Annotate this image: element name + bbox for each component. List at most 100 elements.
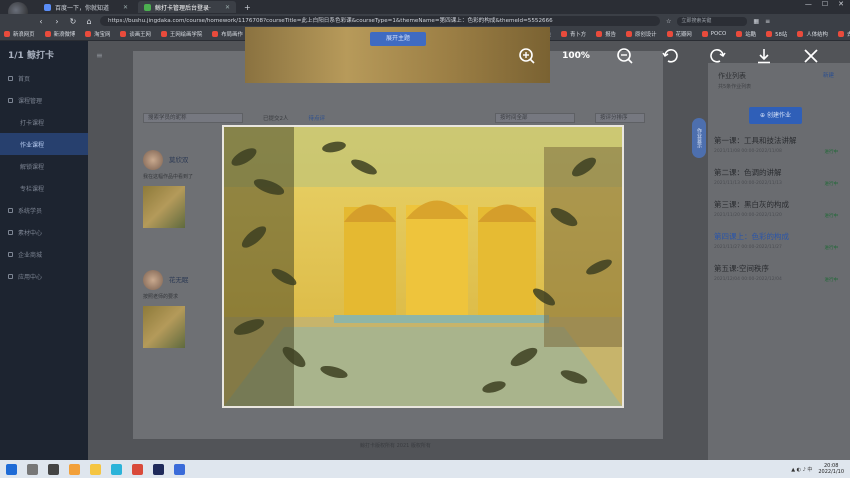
new-link[interactable]: 新建 (823, 71, 834, 79)
lesson-item[interactable]: 第一课：工具和技法讲解 2021/11/08 00:00-2022/11/08 进行… (714, 135, 838, 155)
side-tab[interactable]: 作业显示 (692, 118, 706, 158)
student-entry: 莫欣双 我在这幅作品中看到了 (143, 150, 223, 228)
zoom-out-icon[interactable] (614, 41, 636, 71)
bookmark-item[interactable]: 新浪网页 (4, 30, 35, 38)
bookmark-favicon-icon (4, 31, 10, 37)
rotate-right-icon[interactable] (706, 41, 728, 71)
status-badge: 进行中 (824, 150, 839, 155)
sidebar-item[interactable]: 专栏课程 (0, 177, 88, 199)
time-filter-select[interactable]: 按时间全部 (495, 113, 576, 123)
bookmark-item[interactable]: 58站 (766, 30, 787, 38)
bookmark-item[interactable]: 报告 (596, 30, 616, 38)
sidebar-item[interactable]: 素材中心 (0, 221, 88, 243)
bookmark-item[interactable]: POCO (701, 31, 726, 37)
sidebar-item[interactable]: 作业课程 (0, 133, 88, 155)
menu-icon (8, 273, 13, 279)
student-name[interactable]: 花无眠 (169, 276, 189, 284)
folder-icon[interactable] (90, 463, 101, 475)
sidebar-item[interactable]: 解锁课程 (0, 155, 88, 177)
clock[interactable]: 20:08 2022/1/10 (818, 463, 844, 475)
lesson-meta: 2021/11/13 00:00-2022/11/13 进行中 (714, 181, 838, 187)
lesson-date: 2021/11/20 00:00-2022/11/20 (714, 213, 782, 218)
rotate-left-icon[interactable] (660, 41, 682, 71)
bookmark-item[interactable]: 青卜方 (561, 30, 586, 38)
system-tray: ▲ ◐ ♪ 中 20:08 2022/1/10 (791, 463, 844, 475)
student-name[interactable]: 莫欣双 (169, 156, 189, 164)
sidebar-item[interactable]: 系统学员 (0, 199, 88, 221)
tab-bar: 百度一下，你就知道 ✕ 鲸打卡管理后台登录· ✕ + — ☐ ✕ (0, 0, 850, 22)
bookmark-item[interactable]: 站酷 (736, 30, 756, 38)
lesson-item[interactable]: 第四课上：色彩的构成 2021/11/27 00:00-2022/11/27 进行中 (714, 231, 838, 251)
sidebar-item[interactable]: 企业商城 (0, 243, 88, 265)
tab-pending-review[interactable]: 待点评 (309, 114, 326, 122)
lesson-title: 第二课：色调的讲解 (714, 168, 782, 177)
bookmark-favicon-icon (666, 31, 673, 37)
close-tab-icon[interactable]: ✕ (123, 4, 128, 11)
create-homework-button[interactable]: ⊕ 创建作业 (749, 107, 802, 124)
avatar (143, 270, 163, 290)
menu-icon (8, 251, 13, 257)
bookmark-item[interactable]: 新浪微博 (44, 30, 75, 38)
close-icon[interactable] (800, 41, 822, 71)
lesson-item[interactable]: 第二课：色调的讲解 2021/11/13 00:00-2022/11/13 进行中 (714, 167, 838, 187)
student-search-input[interactable]: 搜索学员的昵称 (143, 113, 243, 123)
sidebar-item[interactable]: 应用中心 (0, 265, 88, 287)
page-footer: 鲸打卡版权所有 2021 版权所有 (360, 443, 431, 449)
lesson-item[interactable]: 第五课:空间秩序 2021/12/04 00:00-2022/12/04 进行中 (714, 263, 838, 283)
menu-icon (8, 97, 13, 103)
task-view-icon[interactable] (48, 463, 59, 475)
close-tab-icon[interactable]: ✕ (225, 4, 230, 11)
sidebar-item[interactable]: 课程管理 (0, 89, 88, 111)
bookmark-favicon-icon (596, 31, 603, 37)
filter-bar: 搜索学员的昵称 已提交2人 待点评 按时间全部 按评分排序 (143, 111, 653, 125)
lesson-meta: 2021/11/20 00:00-2022/11/20 进行中 (714, 213, 838, 219)
app-icon[interactable] (174, 463, 185, 475)
student-text: 我在这幅作品中看到了 (143, 174, 194, 180)
bookmark-item[interactable]: 王网绘画学院 (160, 30, 202, 38)
browser-search-input[interactable]: 立即搜索关键 (677, 16, 748, 26)
bookmark-item[interactable]: 谈画王网 (120, 30, 151, 38)
homework-painting-image[interactable] (222, 125, 624, 408)
status-badge: 进行中 (824, 278, 839, 283)
bookmark-item[interactable]: 人体结构 (797, 30, 828, 38)
app-icon[interactable] (111, 463, 122, 475)
bookmark-item[interactable]: 布局画作 (212, 30, 243, 38)
tab-baidu[interactable]: 百度一下，你就知道 ✕ (38, 1, 134, 13)
bookmark-favicon-icon (85, 31, 92, 37)
url-input[interactable]: https://bushu.jingdaka.com/course/homewo… (100, 16, 660, 26)
maximize-icon[interactable]: ☐ (822, 0, 828, 8)
bookmark-item[interactable]: 花瓣网 (666, 30, 692, 38)
extensions-icon[interactable]: ▦ (753, 18, 759, 25)
sidebar-item[interactable]: 打卡课程 (0, 111, 88, 133)
star-icon[interactable]: ☆ (666, 18, 671, 25)
app-icon[interactable] (132, 463, 143, 475)
bookmark-item[interactable]: 去收藏 (837, 30, 850, 38)
status-badge: 进行中 (824, 214, 839, 219)
home-icon[interactable]: ⌂ (84, 17, 94, 26)
download-icon[interactable] (753, 41, 775, 71)
forward-icon[interactable]: › (52, 17, 62, 26)
new-tab-icon[interactable]: + (244, 3, 251, 12)
tray-icons[interactable]: ▲ ◐ ♪ 中 (791, 466, 812, 473)
minimize-icon[interactable]: — (805, 0, 812, 8)
menu-icon[interactable]: ≡ (765, 18, 770, 25)
homework-thumbnail[interactable] (143, 306, 185, 348)
close-window-icon[interactable]: ✕ (838, 0, 844, 8)
zoom-level: 100% (562, 51, 590, 61)
submitted-count: 已提交2人 (263, 116, 289, 122)
reload-icon[interactable]: ↻ (68, 17, 78, 26)
homework-thumbnail[interactable] (143, 186, 185, 228)
photoshop-icon[interactable] (153, 463, 164, 475)
lesson-item[interactable]: 第三课：黑白灰的构成 2021/11/20 00:00-2022/11/20 进行中 (714, 199, 838, 219)
zoom-in-icon[interactable] (516, 41, 538, 71)
tab-jingdaka[interactable]: 鲸打卡管理后台登录· ✕ (138, 1, 236, 13)
browser-app-icon[interactable] (69, 463, 80, 475)
sort-select[interactable]: 按评分排序 (595, 113, 646, 123)
bookmark-item[interactable]: 原创设计 (625, 30, 657, 38)
bookmark-favicon-icon (160, 31, 167, 37)
start-icon[interactable] (6, 463, 17, 475)
bookmark-favicon-icon (701, 31, 708, 37)
bookmark-item[interactable]: 淘宝网 (85, 30, 110, 38)
back-icon[interactable]: ‹ (36, 17, 46, 26)
search-icon[interactable] (27, 463, 38, 475)
